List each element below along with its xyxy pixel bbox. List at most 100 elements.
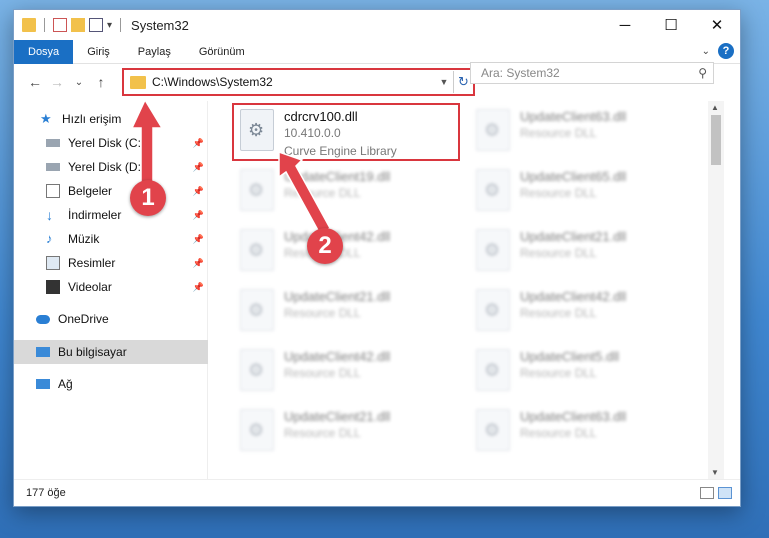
file-description: Resource DLL: [520, 246, 597, 260]
sidebar-item-documents[interactable]: Belgeler 📌: [14, 179, 208, 203]
status-bar: 177 öğe: [14, 479, 740, 505]
item-count: 177 öğe: [26, 486, 66, 499]
chevron-down-icon[interactable]: ▼: [435, 77, 453, 87]
list-item[interactable]: UpdateClient65.dll Resource DLL: [470, 165, 690, 217]
pin-icon[interactable]: 📌: [193, 138, 204, 149]
pin-icon[interactable]: 📌: [193, 186, 204, 197]
file-description: Resource DLL: [284, 186, 361, 200]
close-button[interactable]: ✕: [694, 10, 740, 40]
file-highlight-box: [232, 103, 460, 161]
film-icon: [46, 280, 60, 294]
file-name: UpdateClient63.dll: [520, 409, 627, 424]
divider: [44, 18, 45, 32]
sidebar-item-videos[interactable]: Videolar 📌: [14, 275, 208, 299]
help-icon[interactable]: ?: [718, 43, 734, 59]
file-list: cdrcrv100.dll 10.410.0.0 Curve Engine Li…: [210, 101, 724, 479]
expand-ribbon-icon[interactable]: ⌄: [702, 46, 710, 57]
file-name: UpdateClient19.dll: [284, 169, 391, 184]
forward-button[interactable]: →: [46, 74, 68, 90]
tab-home[interactable]: Giriş: [73, 40, 124, 64]
step-badge-1: 1: [130, 180, 166, 216]
list-item[interactable]: UpdateClient42.dllResource DLL: [234, 225, 454, 277]
sidebar-item-label: Bu bilgisayar: [58, 345, 127, 359]
pin-icon[interactable]: 📌: [193, 234, 204, 245]
maximize-button[interactable]: ☐: [648, 10, 694, 40]
pin-icon[interactable]: 📌: [193, 282, 204, 293]
file-name: UpdateClient5.dll: [520, 349, 620, 364]
file-name: UpdateClient21.dll: [284, 409, 391, 424]
content-area: ★ Hızlı erişim Yerel Disk (C:) 📌 Yerel D…: [14, 101, 740, 499]
file-description: Resource DLL: [520, 426, 597, 440]
dll-file-icon: [240, 409, 274, 451]
sidebar-item-downloads[interactable]: ↓ İndirmeler 📌: [14, 203, 208, 227]
music-icon: ♪: [46, 231, 53, 246]
list-item[interactable]: UpdateClient5.dll Resource DLL: [470, 345, 690, 397]
download-icon: ↓: [46, 207, 53, 223]
dll-file-icon: [240, 289, 274, 331]
sidebar-item-network[interactable]: Ağ: [14, 372, 208, 396]
pin-icon[interactable]: 📌: [193, 258, 204, 269]
network-icon: [36, 379, 50, 389]
sidebar-item-disk-c[interactable]: Yerel Disk (C:) 📌: [14, 131, 208, 155]
file-description: Resource DLL: [284, 306, 361, 320]
details-view-icon[interactable]: [700, 487, 714, 499]
sidebar-item-quick-access[interactable]: ★ Hızlı erişim: [14, 107, 208, 131]
file-description: Resource DLL: [284, 366, 361, 380]
new-folder-icon[interactable]: [71, 18, 85, 32]
sidebar-item-this-pc[interactable]: Bu bilgisayar: [14, 340, 208, 364]
dll-file-icon: [240, 229, 274, 271]
vertical-scrollbar[interactable]: ▲ ▼: [708, 101, 724, 479]
sidebar-item-music[interactable]: ♪ Müzik 📌: [14, 227, 208, 251]
step-badge-2: 2: [307, 228, 343, 264]
drive-icon: [46, 163, 60, 171]
tab-file[interactable]: Dosya: [14, 39, 74, 64]
list-item[interactable]: UpdateClient42.dllResource DLL: [234, 345, 454, 397]
address-bar[interactable]: C:\Windows\System32 ▼ ↻: [122, 68, 475, 96]
sidebar-item-pictures[interactable]: Resimler 📌: [14, 251, 208, 275]
address-path[interactable]: C:\Windows\System32: [152, 75, 435, 89]
cloud-icon: [36, 314, 50, 324]
dll-file-icon: [476, 109, 510, 151]
sidebar-item-label: Yerel Disk (D:): [68, 160, 145, 174]
star-icon: ★: [40, 111, 52, 126]
back-button[interactable]: ←: [24, 74, 46, 90]
customize-toolbar-icon[interactable]: [89, 18, 103, 32]
scroll-up-icon[interactable]: ▲: [711, 103, 719, 112]
folder-icon: [22, 18, 36, 32]
scroll-down-icon[interactable]: ▼: [711, 468, 719, 477]
large-icons-view-icon[interactable]: [718, 487, 732, 499]
title-bar: ▾ System32 ─ ☐ ✕: [14, 10, 740, 40]
minimize-button[interactable]: ─: [602, 10, 648, 40]
chevron-down-icon[interactable]: ▾: [107, 20, 112, 31]
pin-icon[interactable]: 📌: [193, 210, 204, 221]
dll-file-icon: [240, 349, 274, 391]
sidebar-item-disk-d[interactable]: Yerel Disk (D:) 📌: [14, 155, 208, 179]
tab-view[interactable]: Görünüm: [185, 40, 259, 64]
list-item[interactable]: UpdateClient63.dll Resource DLL: [470, 105, 690, 157]
list-item[interactable]: UpdateClient63.dll Resource DLL: [470, 405, 690, 457]
sidebar: ★ Hızlı erişim Yerel Disk (C:) 📌 Yerel D…: [14, 101, 208, 479]
sidebar-item-label: OneDrive: [58, 312, 109, 326]
dll-file-icon: [476, 229, 510, 271]
dll-file-icon: [476, 169, 510, 211]
properties-icon[interactable]: [53, 18, 67, 32]
search-input[interactable]: Ara: System32 ⚲: [470, 62, 714, 84]
list-item[interactable]: UpdateClient21.dll Resource DLL: [234, 285, 454, 337]
file-description: Resource DLL: [520, 126, 597, 140]
up-button[interactable]: ↑: [90, 74, 112, 90]
pin-icon[interactable]: 📌: [193, 162, 204, 173]
document-icon: [46, 184, 60, 198]
list-item[interactable]: UpdateClient42.dllResource DLL: [470, 285, 690, 337]
search-icon: ⚲: [698, 66, 707, 80]
list-item[interactable]: UpdateClient19.dll Resource DLL: [234, 165, 454, 217]
tab-share[interactable]: Paylaş: [124, 40, 185, 64]
sidebar-item-label: Resimler: [68, 256, 116, 270]
sidebar-item-label: Belgeler: [68, 184, 113, 198]
pictures-icon: [46, 256, 60, 270]
list-item[interactable]: UpdateClient21.dll Resource DLL: [470, 225, 690, 277]
list-item[interactable]: UpdateClient21.dll Resource DLL: [234, 405, 454, 457]
file-name: UpdateClient21.dll: [520, 229, 627, 244]
scrollbar-thumb[interactable]: [711, 115, 721, 165]
sidebar-item-onedrive[interactable]: OneDrive: [14, 307, 208, 331]
recent-locations-button[interactable]: ⌄: [68, 77, 90, 88]
